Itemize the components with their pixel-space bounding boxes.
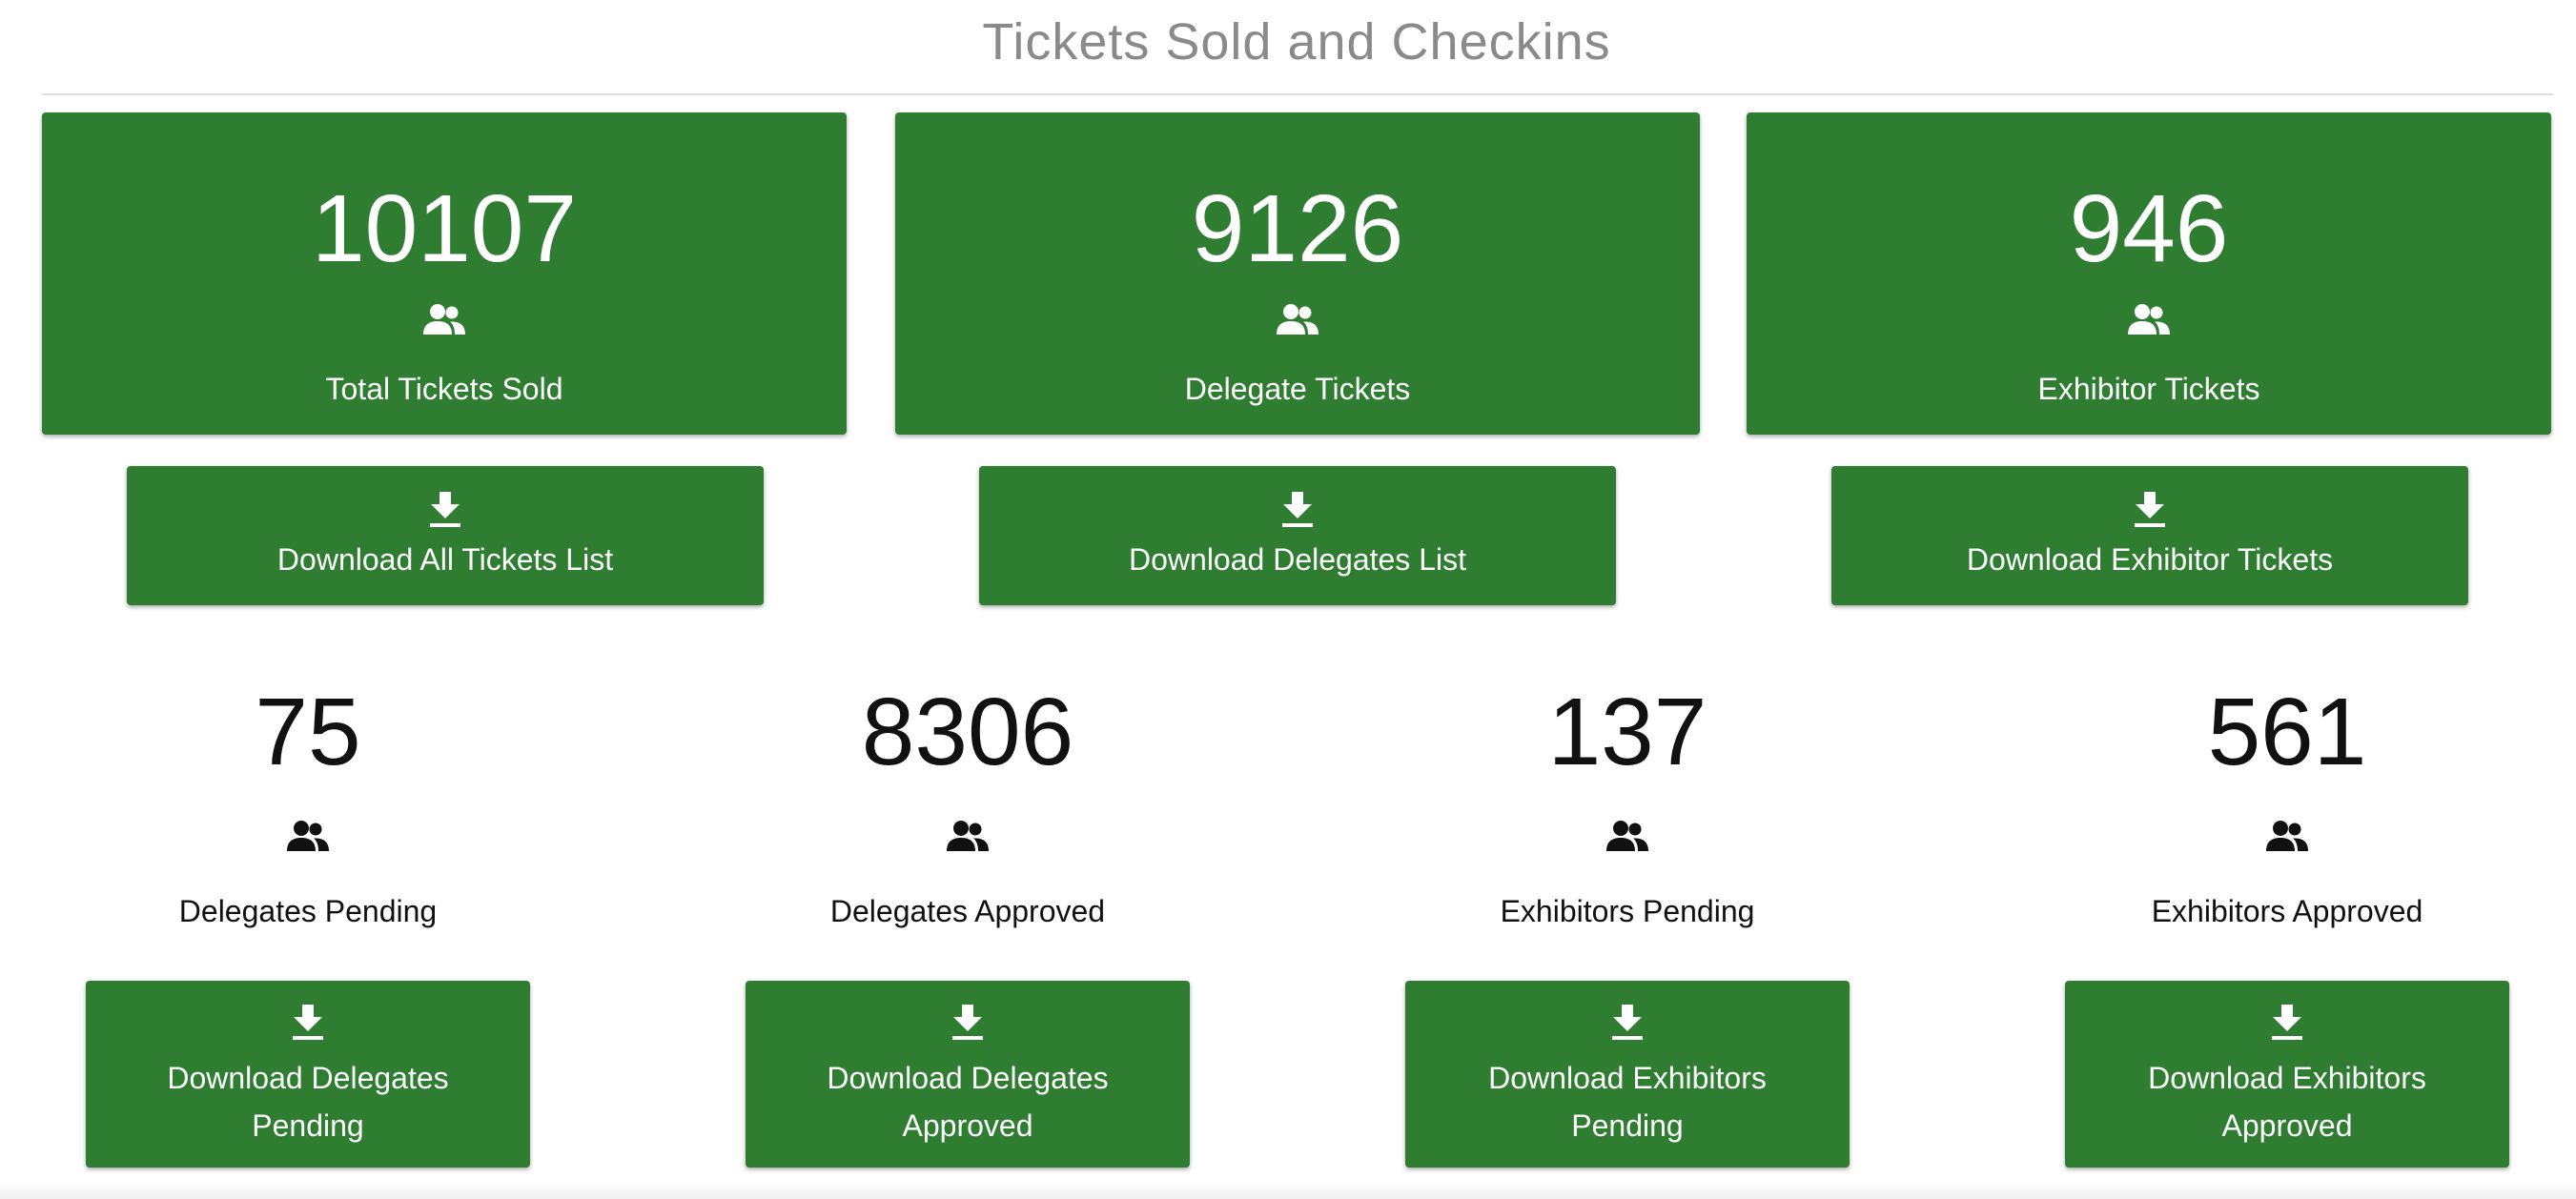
download-button-label-line1: Download Exhibitors: [2148, 1061, 2426, 1095]
page: Tickets Sold and Checkins 10107 Total Ti…: [0, 0, 2576, 1199]
download-delegates-approved-button[interactable]: Download Delegates Approved: [746, 981, 1190, 1168]
download-button-label-line1: Download Delegates: [167, 1061, 449, 1095]
sub-stat-exhibitors-approved: 561 Exhibitors Approved: [2001, 675, 2573, 961]
stat-card-exhibitor-tickets: 946 Exhibitor Tickets: [1747, 112, 2551, 435]
stat-value: 946: [2069, 175, 2229, 282]
download-button-label-line2: Approved: [2221, 1108, 2353, 1143]
stat-value: 10107: [311, 175, 578, 282]
sub-stat-label: Exhibitors Pending: [1500, 894, 1755, 928]
download-icon: [2271, 1005, 2303, 1046]
bottom-edge-shadow: [0, 1180, 2576, 1199]
sub-stat-label: Delegates Approved: [829, 894, 1106, 928]
download-button-label-line2: Approved: [902, 1108, 1033, 1143]
download-button-label: Download Exhibitors Approved: [2084, 1054, 2490, 1149]
stat-value: 9126: [1191, 175, 1404, 282]
sub-stat-label: Exhibitors Approved: [2151, 894, 2423, 928]
sub-stat-exhibitors-pending: 137 Exhibitors Pending: [1341, 675, 1913, 961]
download-icon: [429, 492, 461, 533]
download-button-label: Download Delegates Pending: [105, 1054, 511, 1149]
download-button-label-line1: Download Delegates: [827, 1061, 1109, 1095]
stat-label: Exhibitor Tickets: [2037, 372, 2260, 406]
download-button-label-line2: Pending: [252, 1108, 364, 1143]
page-title: Tickets Sold and Checkins: [982, 13, 1611, 71]
stat-card-delegate-tickets: 9126 Delegate Tickets: [895, 112, 1700, 435]
download-all-tickets-button[interactable]: Download All Tickets List: [127, 466, 764, 605]
download-icon: [1281, 492, 1314, 533]
people-icon: [2265, 820, 2309, 857]
download-button-label-line2: Pending: [1571, 1108, 1684, 1143]
download-icon: [1611, 1005, 1644, 1046]
sub-stat-value: 137: [1547, 679, 1707, 785]
sub-stat-value: 561: [2207, 679, 2367, 785]
download-exhibitor-tickets-button[interactable]: Download Exhibitor Tickets: [1831, 466, 2468, 605]
sub-stat-delegates-approved: 8306 Delegates Approved: [682, 675, 1254, 961]
people-icon: [2127, 303, 2171, 340]
title-divider: [42, 93, 2553, 95]
download-icon: [951, 1005, 984, 1046]
stat-label: Delegate Tickets: [1184, 372, 1411, 406]
people-icon: [1276, 303, 1319, 340]
download-icon: [292, 1005, 324, 1046]
download-exhibitors-approved-button[interactable]: Download Exhibitors Approved: [2065, 981, 2509, 1168]
download-button-label-line1: Download Exhibitors: [1488, 1061, 1767, 1095]
sub-stat-delegates-pending: 75 Delegates Pending: [22, 675, 594, 961]
download-button-label: Download Exhibitor Tickets: [1966, 542, 2334, 577]
download-button-label: Download Exhibitors Pending: [1424, 1054, 1830, 1149]
download-exhibitors-pending-button[interactable]: Download Exhibitors Pending: [1405, 981, 1850, 1168]
stat-label: Total Tickets Sold: [325, 372, 563, 406]
sub-stat-value: 8306: [861, 679, 1074, 785]
download-icon: [2134, 492, 2166, 533]
download-delegates-list-button[interactable]: Download Delegates List: [979, 466, 1616, 605]
stat-card-total-tickets: 10107 Total Tickets Sold: [42, 112, 847, 435]
download-button-label: Download Delegates Approved: [765, 1054, 1171, 1149]
download-button-label: Download Delegates List: [1129, 542, 1466, 577]
download-button-label: Download All Tickets List: [276, 542, 614, 577]
people-icon: [1605, 820, 1649, 857]
people-icon: [286, 820, 330, 857]
sub-stat-value: 75: [255, 679, 361, 785]
people-icon: [946, 820, 990, 857]
download-delegates-pending-button[interactable]: Download Delegates Pending: [86, 981, 530, 1168]
sub-stat-label: Delegates Pending: [178, 894, 438, 928]
people-icon: [422, 303, 466, 340]
